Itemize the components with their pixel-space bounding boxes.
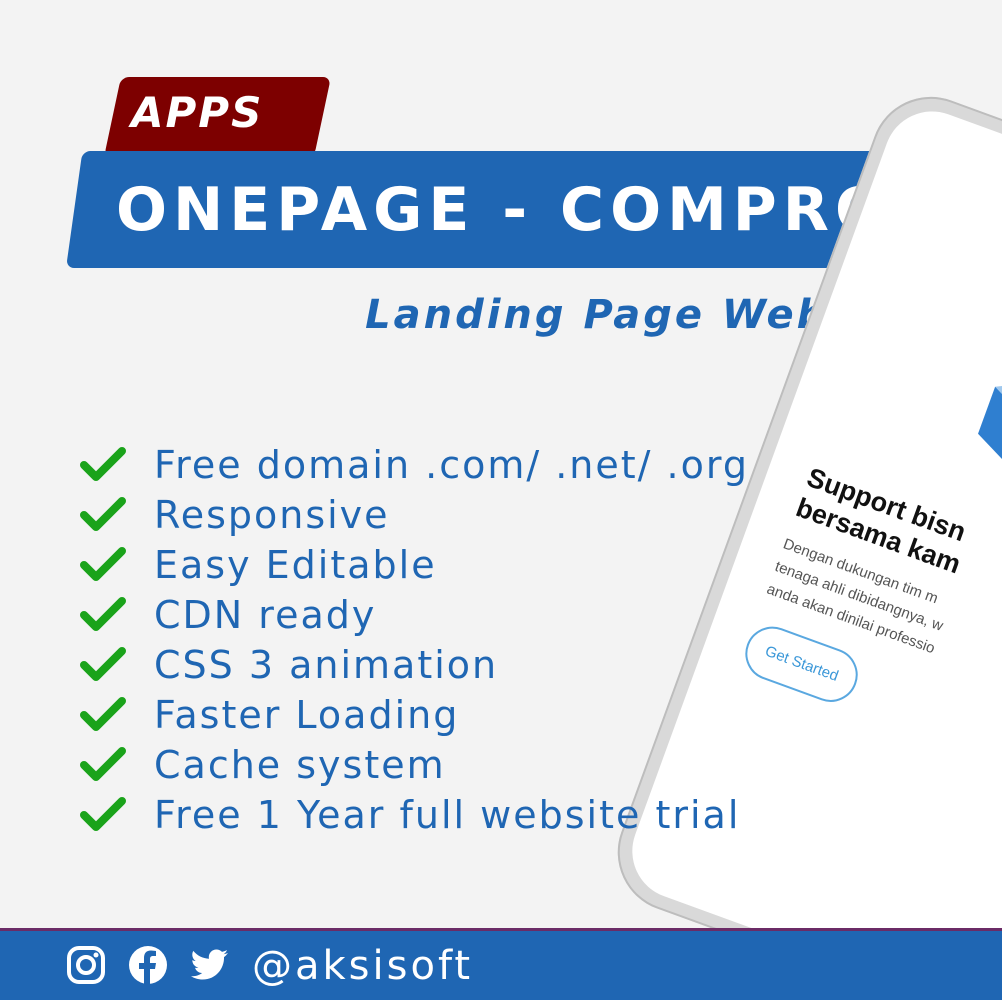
list-item: Cache system	[80, 740, 749, 790]
check-icon	[80, 547, 126, 581]
list-item: Faster Loading	[80, 690, 749, 740]
list-item: CSS 3 animation	[80, 640, 749, 690]
phone-heading-line: bersama kam	[792, 492, 965, 580]
feature-label: Free 1 Year full website trial	[154, 793, 741, 837]
list-item: Responsive	[80, 490, 749, 540]
get-started-button[interactable]: Get Started	[737, 619, 866, 710]
phone-heading-line: Support bisn	[803, 462, 970, 548]
social-icons	[66, 945, 252, 985]
check-icon	[80, 647, 126, 681]
feature-label: Free domain .com/ .net/ .org	[154, 443, 749, 487]
list-item: Free domain .com/ .net/ .org	[80, 440, 749, 490]
facebook-icon[interactable]	[128, 945, 168, 985]
list-item: Easy Editable	[80, 540, 749, 590]
feature-list: Free domain .com/ .net/ .org Responsive …	[80, 440, 749, 840]
feature-label: Easy Editable	[154, 543, 437, 587]
check-icon	[80, 447, 126, 481]
feature-label: Faster Loading	[154, 693, 460, 737]
phone-heading: Support bisn bersama kam	[792, 461, 1002, 651]
social-handle: @aksisoft	[252, 943, 474, 989]
phone-paragraph: Dengan dukungan tim m tenaga ahli dibida…	[763, 533, 1002, 731]
promo-banner: APPS ONEPAGE - COMPRO Landing Page Websi…	[0, 0, 1002, 1000]
feature-label: Cache system	[154, 743, 446, 787]
footer-bar: @aksisoft	[0, 928, 1002, 1000]
feature-label: Responsive	[154, 493, 390, 537]
check-icon	[80, 697, 126, 731]
list-item: CDN ready	[80, 590, 749, 640]
apps-badge-label: APPS	[131, 88, 264, 137]
subtitle: Landing Page Website	[365, 292, 924, 338]
check-icon	[80, 597, 126, 631]
isometric-illustration-icon	[978, 380, 1002, 475]
instagram-icon[interactable]	[66, 945, 106, 985]
check-icon	[80, 797, 126, 831]
check-icon	[80, 497, 126, 531]
feature-label: CDN ready	[154, 593, 377, 637]
twitter-icon[interactable]	[190, 945, 230, 985]
check-icon	[80, 747, 126, 781]
feature-label: CSS 3 animation	[154, 643, 499, 687]
list-item: Free 1 Year full website trial	[80, 790, 749, 840]
banner-title: ONEPAGE - COMPRO	[116, 175, 892, 245]
